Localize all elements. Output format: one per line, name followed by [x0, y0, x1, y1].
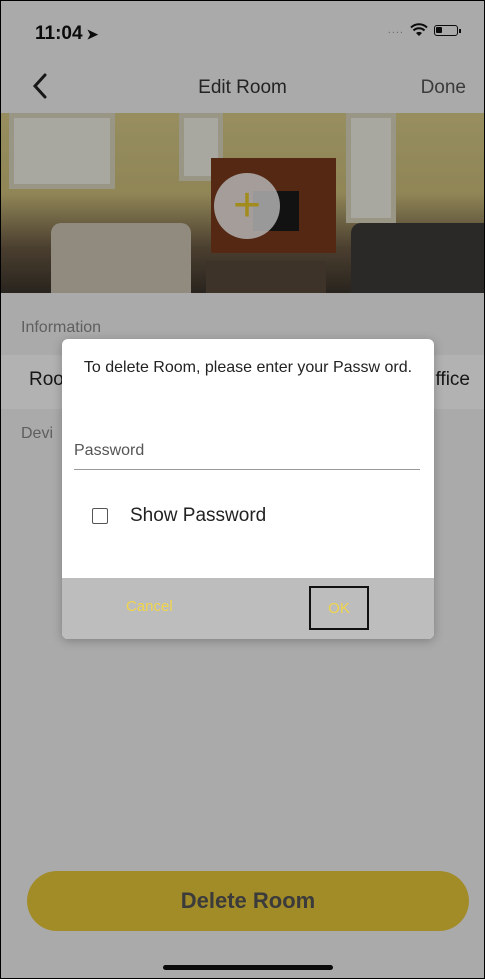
app-screen: 11:04 ➤ .... Edit Room Done + Informatio… — [0, 0, 485, 979]
show-password-checkbox[interactable] — [92, 508, 108, 524]
password-field[interactable] — [74, 439, 420, 470]
cancel-button[interactable]: Cancel — [126, 598, 173, 615]
delete-room-dialog: To delete Room, please enter your Passw … — [62, 339, 434, 639]
dialog-message: To delete Room, please enter your Passw … — [83, 359, 413, 376]
ok-button[interactable]: OK — [309, 586, 369, 630]
show-password-label: Show Password — [130, 505, 267, 526]
show-password-row[interactable]: Show Password — [92, 505, 266, 527]
dialog-button-bar: Cancel OK — [62, 578, 434, 639]
